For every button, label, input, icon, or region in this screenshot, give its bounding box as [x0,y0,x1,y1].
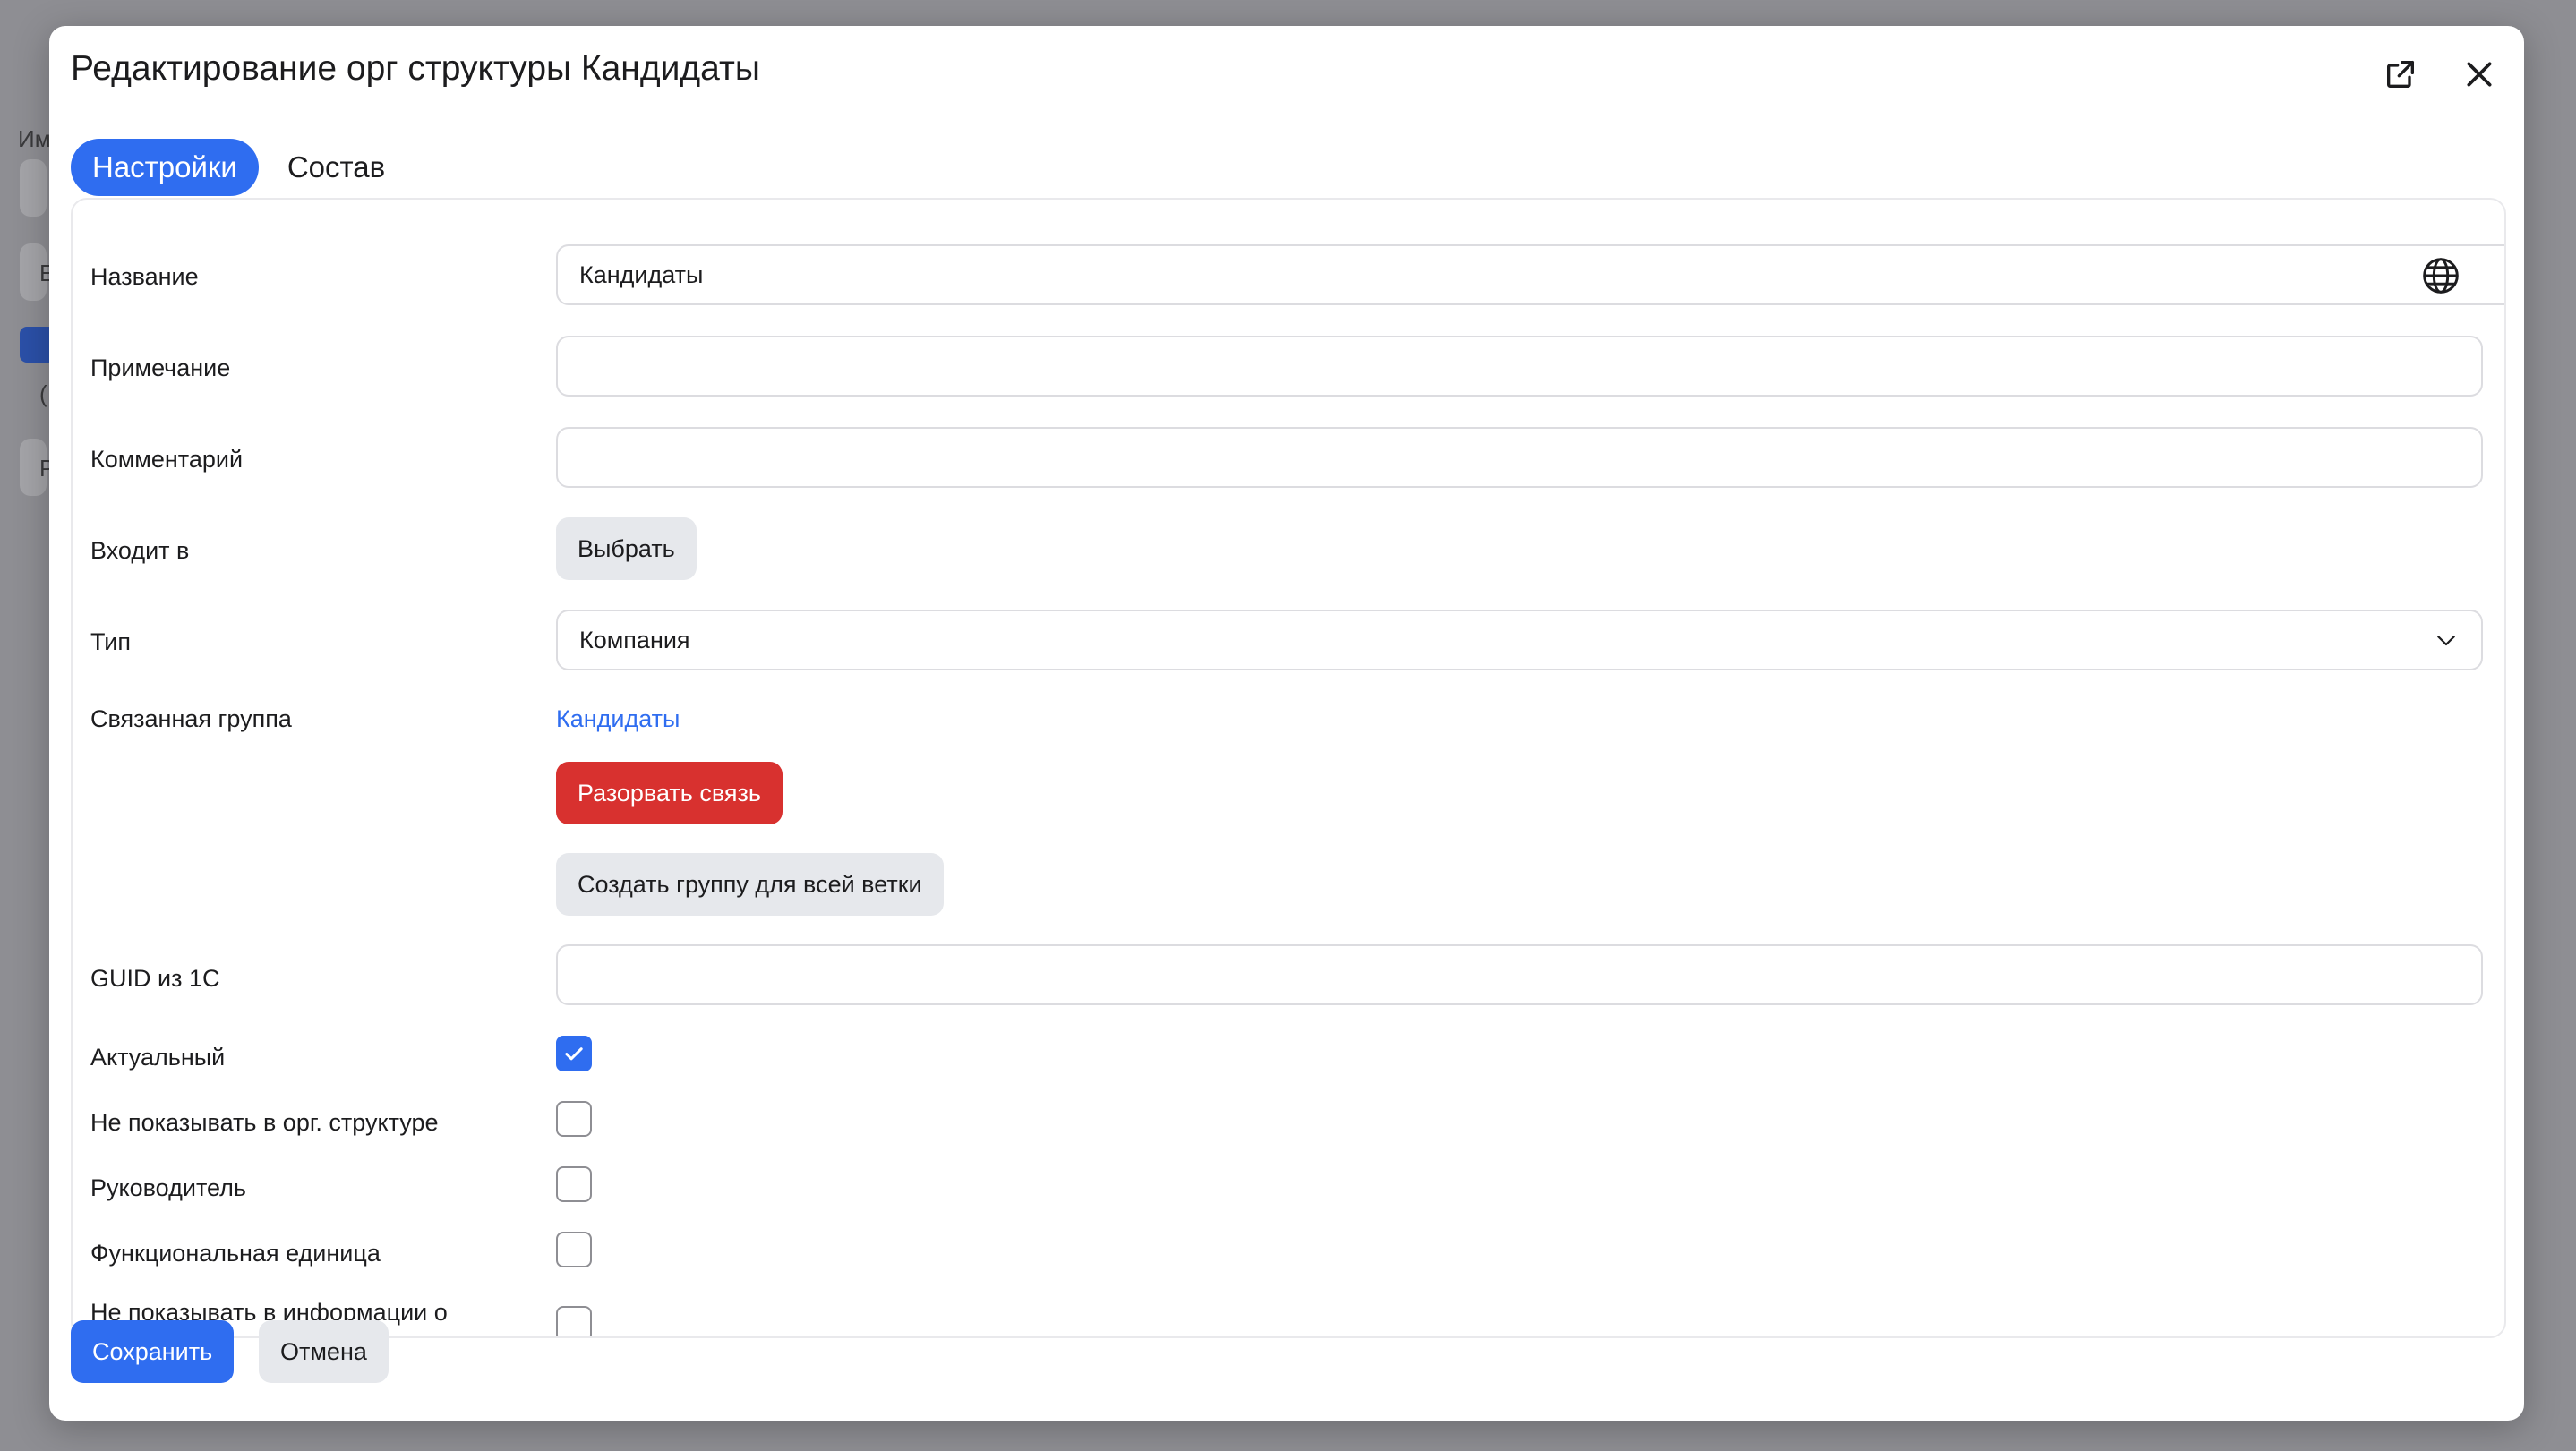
open-external-button[interactable] [2377,51,2424,98]
note-label: Примечание [90,354,231,381]
functional-unit-label: Функциональная единица [90,1240,381,1267]
break-link-button[interactable]: Разорвать связь [556,762,783,824]
open-external-icon [2387,61,2414,89]
functional-unit-checkbox[interactable] [556,1232,592,1267]
tab-bar: Настройки Состав [71,139,407,196]
dialog-title: Редактирование орг структуры Кандидаты [71,49,760,88]
comment-input[interactable] [556,427,2483,488]
linked-group-link[interactable]: Кандидаты [556,705,680,733]
manager-label: Руководитель [90,1174,246,1201]
note-input[interactable] [556,336,2483,397]
linked-group-label: Связанная группа [90,705,292,732]
bg-text-fragment: ( [39,380,47,407]
name-label: Название [90,263,199,290]
name-input[interactable]: Кандидаты [556,244,2504,305]
translate-button[interactable] [2418,253,2463,298]
chevron-down-icon [2437,636,2455,646]
name-input-value: Кандидаты [579,260,704,288]
type-label: Тип [90,628,132,655]
type-select-value: Компания [579,626,690,653]
hide-in-info-checkbox[interactable] [556,1306,592,1336]
tab-settings[interactable]: Настройки [71,139,259,196]
bg-input-fragment [20,159,47,217]
close-icon [2467,62,2492,87]
parent-label: Входит в [90,537,190,564]
hide-in-org-label: Не показывать в орг. структуре [90,1109,439,1136]
hide-in-org-checkbox[interactable] [556,1101,592,1137]
globe-icon [2423,258,2459,294]
select-parent-button[interactable]: Выбрать [556,517,697,580]
guid-label: GUID из 1С [90,965,220,992]
tab-composition[interactable]: Состав [266,139,407,196]
create-branch-group-button[interactable]: Создать группу для всей ветки [556,853,944,916]
close-button[interactable] [2456,51,2503,98]
guid-input[interactable] [556,944,2483,1005]
bg-text-fragment: Им [18,125,51,152]
save-button[interactable]: Сохранить [71,1320,235,1383]
edit-org-structure-dialog: Редактирование орг структуры Кандидаты Н… [49,26,2524,1421]
actual-checkbox[interactable] [556,1036,592,1071]
checkmark-icon [565,1047,583,1061]
type-select[interactable]: Компания [556,610,2483,670]
comment-label: Комментарий [90,446,244,473]
manager-checkbox[interactable] [556,1166,592,1202]
settings-panel: Название Кандидаты Примечание Комментари… [71,198,2506,1338]
actual-label: Актуальный [90,1044,226,1071]
cancel-button[interactable]: Отмена [259,1320,389,1383]
